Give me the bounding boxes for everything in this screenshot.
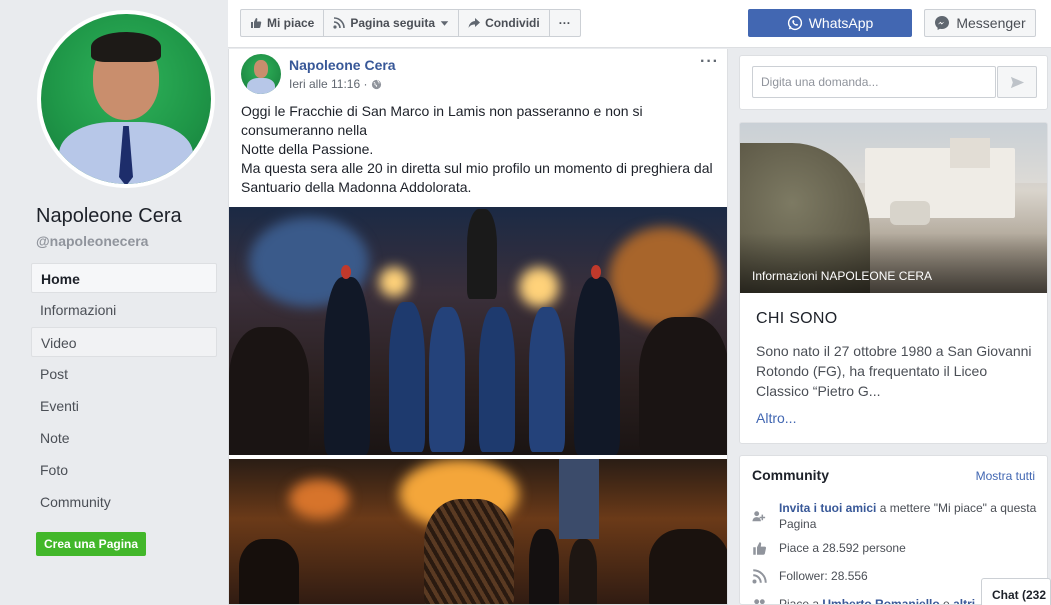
rss-icon bbox=[333, 17, 346, 29]
liked-by-suffix: e bbox=[939, 597, 954, 605]
create-page-button[interactable]: Crea una Pagina bbox=[36, 532, 147, 556]
community-likes-row: Piace a 28.592 persone bbox=[752, 540, 1042, 556]
send-icon bbox=[1010, 76, 1024, 88]
post-photo-procession[interactable] bbox=[229, 207, 727, 455]
action-button-group: Mi piace Pagina seguita Condividi ··· bbox=[240, 9, 581, 37]
share-button[interactable]: Condividi bbox=[459, 10, 550, 36]
invite-friends-link[interactable]: Invita i tuoi amici bbox=[779, 501, 876, 515]
nav-item-note[interactable]: Note bbox=[31, 423, 217, 453]
post-message: Oggi le Fracchie di San Marco in Lamis n… bbox=[241, 102, 721, 197]
ask-send-button[interactable] bbox=[997, 66, 1037, 98]
messenger-button[interactable]: Messenger bbox=[924, 9, 1036, 37]
like-button[interactable]: Mi piace bbox=[241, 10, 325, 36]
liked-by-others-link[interactable]: altri bbox=[953, 597, 975, 604]
messenger-icon bbox=[935, 16, 950, 30]
about-bio: Sono nato il 27 ottobre 1980 a San Giova… bbox=[756, 343, 1032, 399]
follow-button[interactable]: Pagina seguita bbox=[324, 10, 460, 36]
nav-item-post[interactable]: Post bbox=[31, 359, 217, 389]
post-options-button[interactable]: ··· bbox=[700, 53, 719, 71]
rss-icon bbox=[752, 569, 767, 584]
followers-count: Follower: 28.556 bbox=[779, 569, 868, 583]
globe-icon bbox=[371, 79, 381, 89]
chat-tab[interactable]: Chat (232 bbox=[981, 578, 1051, 605]
like-label: Mi piace bbox=[267, 16, 315, 30]
more-actions-button[interactable]: ··· bbox=[550, 10, 580, 36]
post-line: consumeranno nella bbox=[241, 122, 368, 138]
post-line: Ma questa sera alle 20 in diretta sul mi… bbox=[241, 160, 713, 176]
post-line: Oggi le Fracchie di San Marco in Lamis n… bbox=[241, 103, 643, 119]
thumbs-up-icon bbox=[251, 18, 262, 28]
more-dots-icon: ··· bbox=[558, 16, 571, 30]
page-title[interactable]: Napoleone Cera bbox=[36, 205, 182, 228]
nav-item-home[interactable]: Home bbox=[31, 263, 217, 293]
nav-item-eventi[interactable]: Eventi bbox=[31, 391, 217, 421]
about-photo[interactable] bbox=[740, 123, 1047, 293]
post-card: Napoleone Cera Ieri alle 11:16 · ··· Ogg… bbox=[228, 49, 728, 605]
post-timestamp[interactable]: Ieri alle 11:16 · bbox=[289, 77, 382, 91]
nav-item-foto[interactable]: Foto bbox=[31, 455, 217, 485]
profile-picture[interactable] bbox=[37, 10, 215, 188]
whatsapp-icon bbox=[787, 15, 802, 31]
about-card: Informazioni NAPOLEONE CERA CHI SONO Son… bbox=[739, 122, 1048, 444]
left-sidebar: Napoleone Cera @napoleonecera Home Infor… bbox=[0, 0, 228, 605]
share-label: Condividi bbox=[485, 16, 540, 30]
share-arrow-icon bbox=[468, 18, 481, 28]
community-invite-row: Invita i tuoi amici a mettere "Mi piace"… bbox=[752, 500, 1042, 532]
post-line: Santuario della Madonna Addolorata. bbox=[241, 179, 472, 195]
caret-down-icon bbox=[440, 20, 449, 26]
messenger-label: Messenger bbox=[956, 15, 1026, 31]
ask-question-input[interactable]: Digita una domanda... bbox=[752, 66, 996, 98]
thumbs-up-icon bbox=[753, 542, 767, 555]
liked-by-friend-link[interactable]: Umberto Romaniello bbox=[822, 597, 939, 604]
page-nav: Home Informazioni Video Post Eventi Note… bbox=[31, 263, 217, 519]
profile-photo bbox=[41, 14, 211, 184]
about-title: CHI SONO bbox=[756, 310, 838, 327]
follow-label: Pagina seguita bbox=[350, 16, 436, 30]
post-author-avatar[interactable] bbox=[241, 54, 281, 94]
liked-by-prefix: Piace a bbox=[779, 597, 823, 605]
post-author-name[interactable]: Napoleone Cera bbox=[289, 57, 396, 73]
likes-count: Piace a 28.592 persone bbox=[779, 541, 906, 555]
page-handle[interactable]: @napoleonecera bbox=[36, 233, 148, 249]
community-title: Community bbox=[752, 467, 829, 483]
nav-item-informazioni[interactable]: Informazioni bbox=[31, 295, 217, 325]
whatsapp-label: WhatsApp bbox=[808, 15, 874, 31]
show-all-link[interactable]: Mostra tutti bbox=[976, 469, 1035, 483]
nav-item-community[interactable]: Community bbox=[31, 487, 217, 517]
post-time-text: Ieri alle 11:16 · bbox=[289, 77, 368, 91]
people-icon bbox=[752, 511, 766, 522]
ask-question-card: Digita una domanda... bbox=[739, 55, 1048, 110]
post-photo-fracchie[interactable] bbox=[229, 459, 727, 604]
about-more-link[interactable]: Altro... bbox=[756, 410, 796, 426]
page-action-bar: Mi piace Pagina seguita Condividi ··· Wh… bbox=[228, 0, 1051, 48]
post-line: Notte della Passione. bbox=[241, 141, 374, 157]
whatsapp-button[interactable]: WhatsApp bbox=[748, 9, 912, 37]
nav-item-video[interactable]: Video bbox=[31, 327, 217, 357]
people-icon bbox=[754, 599, 765, 604]
about-photo-caption: Informazioni NAPOLEONE CERA bbox=[752, 269, 933, 283]
